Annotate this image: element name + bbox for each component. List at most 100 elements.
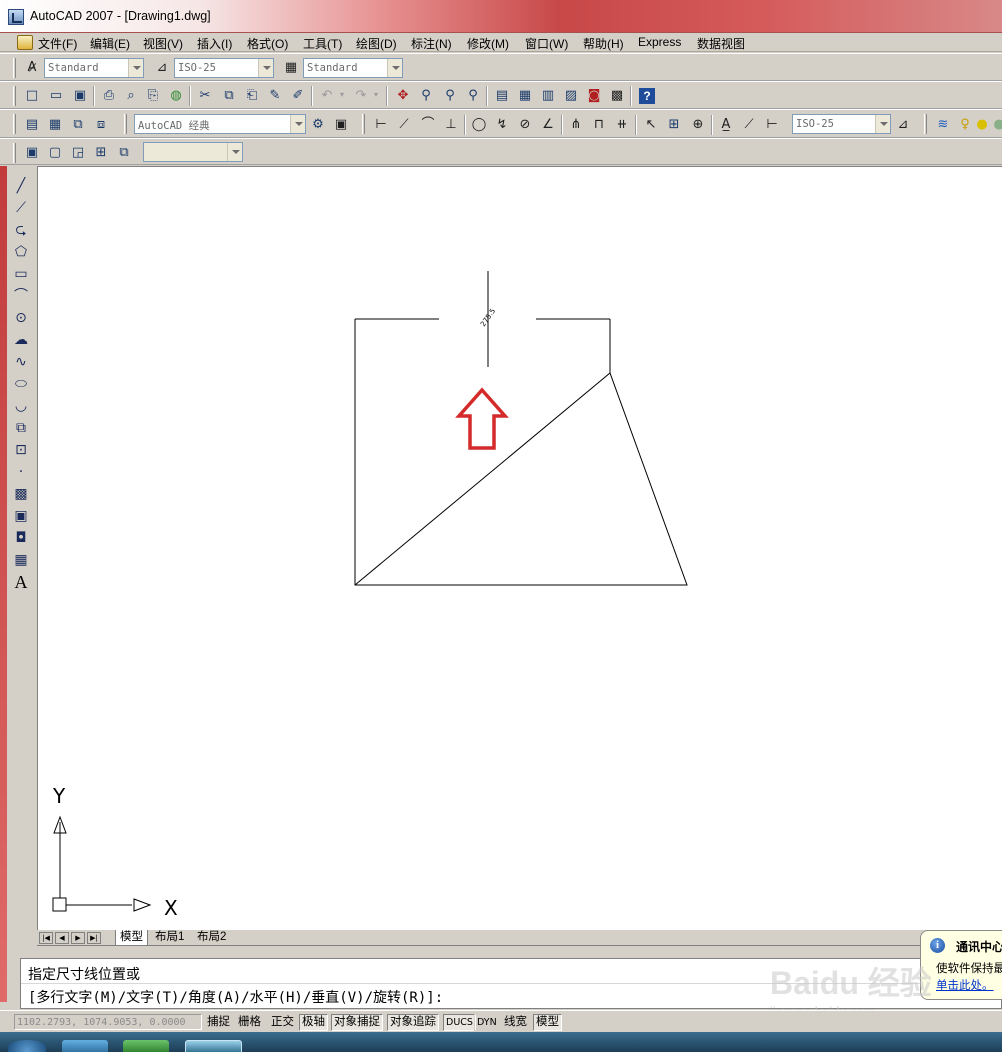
taskbar-app-icon[interactable] <box>123 1040 169 1052</box>
zoom-window-icon[interactable]: ⚲ <box>440 85 460 105</box>
dimension-update-icon[interactable]: ⊢ <box>762 114 782 134</box>
dimension-style-icon[interactable]: ⊿ <box>893 114 913 134</box>
aligned-dimension-icon[interactable]: ⟋ <box>394 114 414 134</box>
workspace-settings-icon[interactable]: ⚙ <box>308 114 328 134</box>
menu-file[interactable]: 文件(F) <box>38 35 77 52</box>
region-icon[interactable]: ◘ <box>10 528 32 548</box>
menu-express[interactable]: Express <box>638 35 681 49</box>
autocad-app-icon[interactable] <box>8 9 24 25</box>
toolbar-grip[interactable] <box>124 114 127 134</box>
menu-insert[interactable]: 插入(I) <box>197 35 232 52</box>
new-layout-icon[interactable]: ▣ <box>22 142 42 162</box>
polar-toggle[interactable]: 极轴 <box>299 1014 328 1031</box>
menu-tools[interactable]: 工具(T) <box>303 35 342 52</box>
layer-previous-icon[interactable]: ⧉ <box>68 114 88 134</box>
save-icon[interactable]: ▣ <box>70 85 90 105</box>
radius-dimension-icon[interactable]: ◯ <box>469 114 489 134</box>
chevron-down-icon[interactable] <box>875 115 890 133</box>
tab-layout2[interactable]: 布局2 <box>193 930 230 946</box>
osnap-toggle[interactable]: 对象捕捉 <box>331 1014 383 1031</box>
text-style-icon[interactable]: A̷ <box>22 57 42 77</box>
save-workspace-icon[interactable]: ▣ <box>331 114 351 134</box>
dimension-text-edit-icon[interactable]: ⟋ <box>739 114 759 134</box>
tolerance-icon[interactable]: ⊞ <box>664 114 684 134</box>
chevron-down-icon[interactable] <box>258 59 273 77</box>
copy-icon[interactable]: ⧉ <box>219 85 239 105</box>
triangle-geometry[interactable] <box>354 319 688 586</box>
table-style-icon[interactable]: ▦ <box>281 57 301 77</box>
next-tab-icon[interactable]: ▶ <box>71 932 85 944</box>
menu-data-view[interactable]: 数据视图 <box>697 35 745 52</box>
circle-icon[interactable]: ⊙ <box>10 308 32 328</box>
dimension-edit-icon[interactable]: A̲ <box>716 114 736 134</box>
help-button[interactable]: ? <box>639 88 655 104</box>
otrack-toggle[interactable]: 对象追踪 <box>387 1014 439 1031</box>
baseline-dimension-icon[interactable]: ⊓ <box>589 114 609 134</box>
calculator-icon[interactable]: ▩ <box>607 85 627 105</box>
tool-palettes-icon[interactable]: ▥ <box>538 85 558 105</box>
toolbar-grip[interactable] <box>13 143 16 163</box>
rectangle-icon[interactable]: ▭ <box>10 264 32 284</box>
jogged-dimension-icon[interactable]: ↯ <box>492 114 512 134</box>
last-tab-icon[interactable]: ▶| <box>87 932 101 944</box>
viewports-icon[interactable]: ⊞ <box>91 142 111 162</box>
toolbar-grip[interactable] <box>13 86 16 106</box>
polygon-icon[interactable]: ⬠ <box>10 242 32 262</box>
menu-dimension[interactable]: 标注(N) <box>411 35 452 52</box>
sheet-set-icon[interactable]: ▨ <box>561 85 581 105</box>
chevron-down-icon[interactable] <box>227 143 242 161</box>
quick-dimension-icon[interactable]: ⋔ <box>566 114 586 134</box>
layout-template-icon[interactable]: ▢ <box>45 142 65 162</box>
dim-style-icon[interactable]: ⊿ <box>152 57 172 77</box>
markup-icon[interactable]: ◙ <box>584 85 604 105</box>
match-properties-icon[interactable]: ✎ <box>265 85 285 105</box>
hatch-icon[interactable]: ▩ <box>10 484 32 504</box>
table-style-combo[interactable]: Standard <box>303 58 403 78</box>
ducs-toggle[interactable]: DUCS <box>443 1014 476 1031</box>
redo-dropdown-icon[interactable]: ▾ <box>371 85 381 105</box>
chevron-down-icon[interactable] <box>128 59 143 77</box>
ellipse-arc-icon[interactable]: ◡ <box>10 396 32 416</box>
undo-dropdown-icon[interactable]: ▾ <box>337 85 347 105</box>
pan-icon[interactable]: ✥ <box>393 85 413 105</box>
grid-toggle[interactable]: 栅格 <box>235 1014 264 1031</box>
dimension-style-combo[interactable]: ISO-25 <box>792 114 891 134</box>
diameter-dimension-icon[interactable]: ⊘ <box>515 114 535 134</box>
command-prompt-line[interactable]: [多行文字(M)/文字(T)/角度(A)/水平(H)/垂直(V)/旋转(R)]: <box>28 987 443 1007</box>
multiline-text-icon[interactable]: A <box>10 572 32 592</box>
previous-tab-icon[interactable]: ◀ <box>55 932 69 944</box>
arc-length-icon[interactable]: ⌒ <box>418 114 438 134</box>
menu-draw[interactable]: 绘图(D) <box>356 35 397 52</box>
polyline-icon[interactable]: ⮎ <box>10 220 32 240</box>
plot-icon[interactable]: ⎙ <box>99 85 119 105</box>
coordinate-readout[interactable]: 1102.2793, 1074.9053, 0.0000 <box>14 1014 202 1030</box>
make-block-icon[interactable]: ⊡ <box>10 440 32 460</box>
lineweight-toggle[interactable]: 线宽 <box>501 1014 530 1031</box>
spline-icon[interactable]: ∿ <box>10 352 32 372</box>
dyn-toggle[interactable]: DYN <box>474 1014 500 1031</box>
layer-properties-icon[interactable]: ▤ <box>22 114 42 134</box>
drawing-canvas[interactable]: 275.5 Y X <box>37 166 1002 930</box>
zoom-realtime-icon[interactable]: ⚲ <box>416 85 436 105</box>
chevron-down-icon[interactable] <box>387 59 402 77</box>
block-editor-icon[interactable]: ✐ <box>288 85 308 105</box>
chevron-down-icon[interactable] <box>290 115 305 133</box>
menu-modify[interactable]: 修改(M) <box>467 35 509 52</box>
first-tab-icon[interactable]: |◀ <box>39 932 53 944</box>
command-window[interactable]: 指定尺寸线位置或 [多行文字(M)/文字(T)/角度(A)/水平(H)/垂直(V… <box>20 958 1002 1009</box>
menu-format[interactable]: 格式(O) <box>247 35 288 52</box>
dim-style-combo[interactable]: ISO-25 <box>174 58 274 78</box>
layer-make-current-icon[interactable]: ⧈ <box>91 114 111 134</box>
design-center-icon[interactable]: ▦ <box>515 85 535 105</box>
angular-dimension-icon[interactable]: ∠ <box>538 114 558 134</box>
properties-icon[interactable]: ▤ <box>492 85 512 105</box>
tab-layout1[interactable]: 布局1 <box>151 930 188 946</box>
point-icon[interactable]: · <box>10 462 32 482</box>
viewport-scale-combo[interactable] <box>143 142 243 162</box>
model-toggle[interactable]: 模型 <box>533 1014 562 1031</box>
line-icon[interactable]: ╱ <box>10 176 32 196</box>
insert-block-icon[interactable]: ⧉ <box>10 418 32 438</box>
cut-icon[interactable]: ✂ <box>195 85 215 105</box>
polygonal-viewport-icon[interactable]: ⧉ <box>114 142 134 162</box>
toolbar-grip[interactable] <box>13 58 16 78</box>
